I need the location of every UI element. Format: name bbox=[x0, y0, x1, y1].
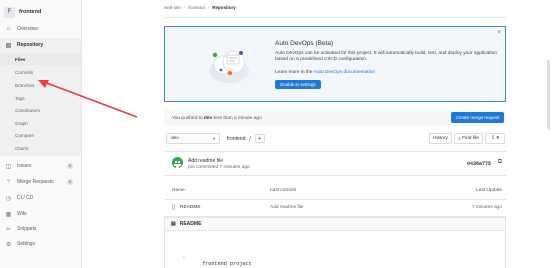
sidebar-item-overview[interactable]: ⌂ Overview bbox=[0, 22, 81, 36]
issues-count-badge: 0 bbox=[66, 163, 73, 169]
path-root[interactable]: frontend bbox=[227, 136, 245, 142]
history-button[interactable]: History bbox=[429, 133, 452, 144]
push-notice: You pushed to dev less than a minute ago… bbox=[164, 110, 506, 126]
commit-meta: pm committed 7 minutes ago bbox=[188, 165, 250, 170]
sidebar-subitem-tags[interactable]: Tags bbox=[0, 92, 81, 104]
file-table: Name Last commit Last Update ▯ README Ad… bbox=[164, 183, 506, 217]
auto-devops-docs-link[interactable]: Auto DevOps documentation bbox=[314, 70, 375, 75]
file-name[interactable]: README bbox=[180, 205, 201, 210]
sidebar-item-label: Repository bbox=[17, 42, 44, 48]
file-icon: ▯ bbox=[172, 205, 176, 211]
sidebar-item-label: Overview bbox=[17, 26, 38, 32]
push-notice-suffix: less than a minute ago bbox=[213, 115, 262, 121]
sidebar-item-ci-cd[interactable]: ◷ CI / CD bbox=[0, 191, 81, 205]
find-file-label: Find file bbox=[462, 136, 479, 141]
sidebar-item-snippets[interactable]: ✂ Snippets bbox=[0, 222, 81, 236]
commit-message[interactable]: Add readme file bbox=[188, 158, 223, 164]
enable-in-settings-button[interactable]: Enable in settings bbox=[275, 80, 321, 89]
sidebar-subitem-files[interactable]: Files bbox=[0, 53, 81, 65]
sidebar: F frontend ⌂ Overview ▤ Repository Files… bbox=[0, 0, 82, 268]
add-file-button[interactable]: + bbox=[254, 134, 265, 143]
readme-header: ▤ README bbox=[165, 218, 505, 231]
project-header[interactable]: F frontend bbox=[4, 4, 41, 20]
breadcrumb-item[interactable]: frontend bbox=[188, 5, 205, 10]
auto-devops-description: Auto DevOps can be activated for this pr… bbox=[275, 51, 497, 62]
sidebar-subitem-branches[interactable]: Branches bbox=[0, 79, 81, 91]
auto-devops-title: Auto DevOps (Beta) bbox=[275, 40, 334, 47]
sidebar-item-label: CI / CD bbox=[17, 195, 34, 201]
sidebar-item-label: Issues bbox=[17, 163, 32, 169]
chevron-right-icon: › bbox=[207, 5, 210, 10]
sidebar-item-label: Wiki bbox=[17, 211, 27, 217]
sidebar-subitem-charts[interactable]: Charts bbox=[0, 142, 81, 154]
sidebar-subitem-commits[interactable]: Commits bbox=[0, 66, 81, 78]
project-name: frontend bbox=[19, 9, 42, 15]
project-avatar: F bbox=[4, 6, 15, 18]
sidebar-item-issues[interactable]: ◫ Issues 0 bbox=[0, 159, 81, 173]
sidebar-item-wiki[interactable]: ▦ Wiki bbox=[0, 207, 81, 221]
push-notice-prefix: You pushed to bbox=[172, 115, 203, 121]
repository-toolbar: dev ▼ frontend / + History ⌕ Find file ⇩… bbox=[164, 133, 506, 145]
create-merge-request-button[interactable]: Create merge request bbox=[451, 112, 504, 123]
auto-devops-illustration-icon bbox=[209, 50, 249, 83]
breadcrumb: web-site › frontend › Repository bbox=[164, 5, 236, 10]
sidebar-subitem-compare[interactable]: Compare bbox=[0, 129, 81, 141]
download-icon: ⇩ ▾ bbox=[491, 136, 499, 141]
gear-icon: ⚙ bbox=[5, 241, 12, 248]
chevron-right-icon: › bbox=[183, 5, 186, 10]
home-icon: ⌂ bbox=[6, 26, 11, 32]
column-header-name: Name bbox=[172, 188, 185, 193]
branch-selector-value: dev bbox=[171, 136, 179, 141]
sidebar-subitem-graph[interactable]: Graph bbox=[0, 117, 81, 129]
readme-title: README bbox=[179, 221, 202, 227]
path-breadcrumb: frontend / + bbox=[227, 134, 265, 143]
learn-more-prefix: Learn more in the bbox=[275, 70, 313, 75]
download-dropdown-button[interactable]: ⇩ ▾ bbox=[485, 133, 505, 144]
pushed-branch[interactable]: dev bbox=[204, 116, 212, 121]
find-file-button[interactable]: ⌕ Find file bbox=[454, 133, 483, 144]
identicon-icon bbox=[172, 159, 183, 168]
auto-devops-learn-more: Learn more in the Auto DevOps documentat… bbox=[275, 70, 375, 75]
sidebar-item-label: Snippets bbox=[17, 226, 37, 232]
path-separator: / bbox=[249, 135, 251, 142]
sidebar-item-label: Settings bbox=[17, 241, 36, 247]
chevron-right-icon: › bbox=[183, 255, 185, 261]
avatar[interactable] bbox=[172, 157, 183, 168]
book-icon: ▦ bbox=[5, 211, 12, 218]
table-header: Name Last commit Last Update bbox=[164, 183, 506, 200]
breadcrumb-item[interactable]: web-site bbox=[164, 5, 181, 10]
last-commit-panel: Add readme file pm committed 7 minutes a… bbox=[164, 151, 506, 176]
chevron-down-icon: ▼ bbox=[212, 136, 216, 141]
scrollbar[interactable] bbox=[547, 60, 550, 130]
branch-selector[interactable]: dev ▼ bbox=[166, 133, 220, 144]
file-last-commit[interactable]: Add readme file bbox=[270, 205, 304, 210]
sidebar-item-repository[interactable]: ▤ Repository bbox=[0, 38, 81, 52]
close-icon[interactable]: × bbox=[497, 30, 501, 36]
file-icon: ▤ bbox=[171, 221, 176, 227]
readme-content: frontend project bbox=[202, 261, 252, 267]
column-header-last-commit: Last commit bbox=[270, 188, 296, 193]
readme-panel: ▤ README › frontend project bbox=[164, 217, 506, 268]
search-icon: ⌕ bbox=[458, 136, 461, 142]
merge-request-icon: ⑂ bbox=[6, 179, 11, 185]
column-header-last-update: Last Update bbox=[476, 188, 502, 193]
sidebar-item-merge-requests[interactable]: ⑂ Merge Requests 0 bbox=[0, 175, 81, 189]
table-row[interactable]: ▯ README Add readme file 7 minutes ago bbox=[164, 200, 506, 217]
rocket-icon: ◷ bbox=[5, 195, 12, 202]
divider bbox=[164, 17, 506, 18]
sidebar-item-label: Merge Requests bbox=[17, 179, 54, 185]
merge-requests-count-badge: 0 bbox=[66, 179, 73, 185]
file-last-update: 7 minutes ago bbox=[471, 205, 502, 210]
sidebar-item-settings[interactable]: ⚙ Settings bbox=[0, 237, 81, 251]
auto-devops-banner: × Auto DevOps (Beta) Auto DevOps can be … bbox=[164, 26, 506, 102]
commit-sha[interactable]: 0436a775 bbox=[467, 161, 491, 167]
breadcrumb-current[interactable]: Repository bbox=[212, 5, 236, 10]
book-icon: ▤ bbox=[5, 42, 12, 49]
snippet-icon: ✂ bbox=[5, 226, 12, 233]
copy-icon[interactable]: ⧉ bbox=[498, 159, 502, 166]
sidebar-subitem-contributors[interactable]: Contributors bbox=[0, 104, 81, 116]
issues-icon: ◫ bbox=[5, 163, 12, 170]
